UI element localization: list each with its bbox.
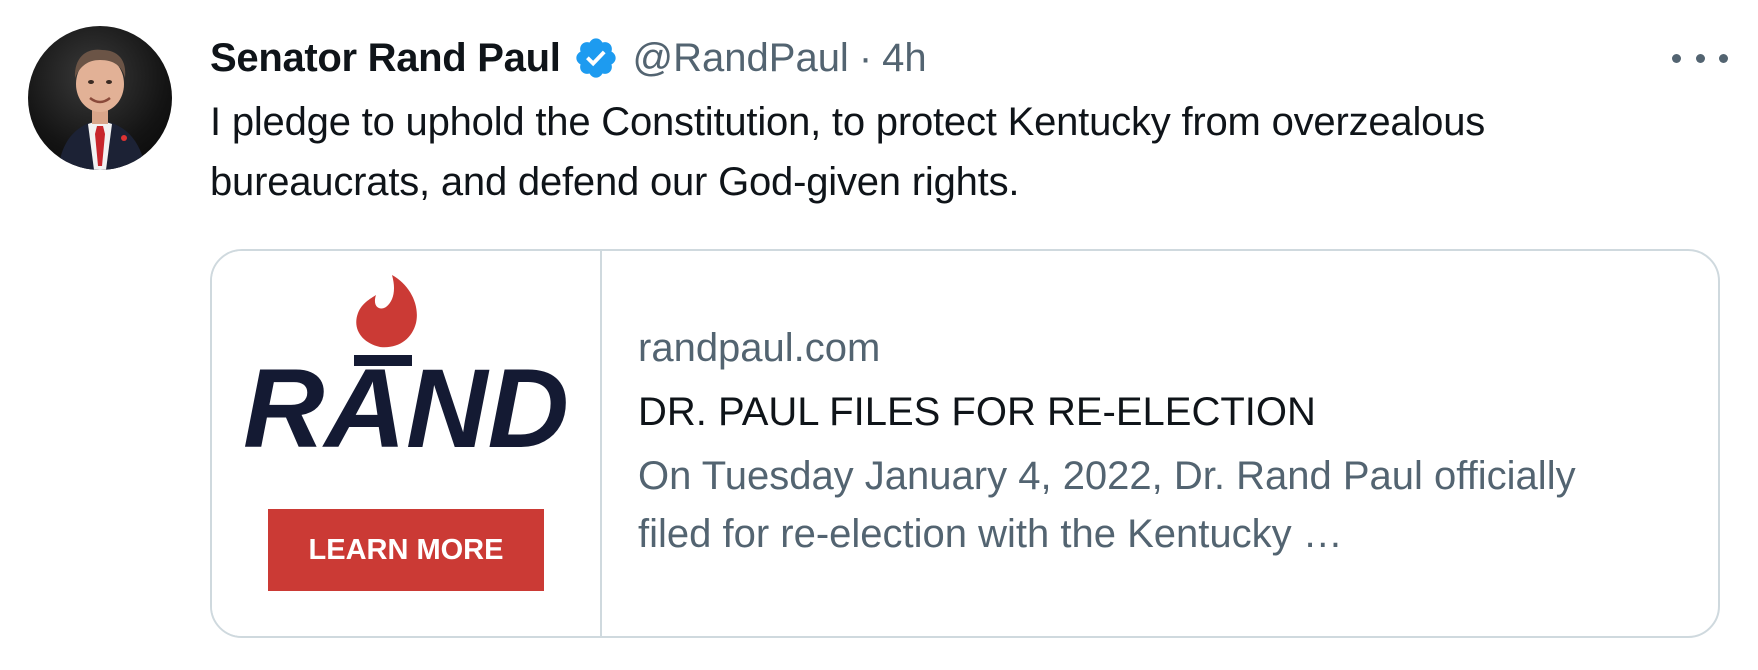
- avatar[interactable]: [28, 26, 172, 170]
- author-handle[interactable]: @RandPaul: [633, 36, 849, 81]
- more-horizontal-icon[interactable]: [1672, 38, 1728, 78]
- card-description: On Tuesday January 4, 2022, Dr. Rand Pau…: [638, 454, 1576, 556]
- card-body: randpaul.com DR. PAUL FILES FOR RE-ELECT…: [638, 321, 1678, 563]
- tweet-header: Senator Rand Paul @RandPaul · 4h: [210, 30, 927, 86]
- profile-photo: [58, 49, 146, 170]
- author-display-name[interactable]: Senator Rand Paul: [210, 36, 561, 81]
- verified-badge-icon: [573, 35, 619, 81]
- logo-wordmark: RAND: [243, 346, 569, 471]
- flame-icon: [356, 275, 417, 348]
- card-title: DR. PAUL FILES FOR RE-ELECTION: [638, 390, 1316, 434]
- separator-dot: ·: [858, 35, 873, 80]
- tweet-text: I pledge to uphold the Constitution, to …: [210, 100, 1486, 204]
- tweet-timestamp[interactable]: 4h: [882, 36, 927, 81]
- learn-more-button[interactable]: LEARN MORE: [268, 509, 544, 591]
- more-dot: [1719, 53, 1728, 63]
- card-domain: randpaul.com: [638, 326, 881, 370]
- link-preview-card[interactable]: RAND LEARN MORE randpaul.com DR. PAUL FI…: [210, 249, 1720, 638]
- tweet[interactable]: Senator Rand Paul @RandPaul · 4h I pledg…: [0, 0, 1758, 670]
- more-dot: [1695, 53, 1705, 63]
- more-dot: [1672, 53, 1681, 63]
- card-image: RAND LEARN MORE: [212, 251, 602, 636]
